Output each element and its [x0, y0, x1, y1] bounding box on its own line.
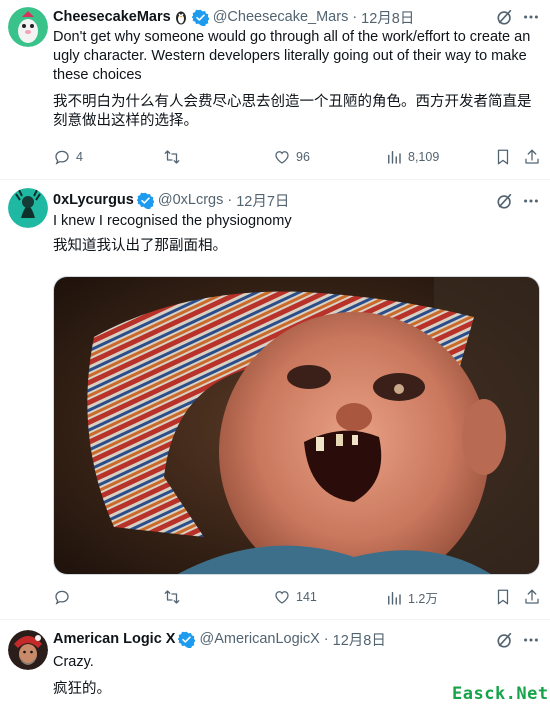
tweet-header: American Logic X @AmericanLogicX · 12月8日: [53, 629, 480, 649]
views-button[interactable]: 1.2万: [385, 588, 438, 607]
reply-button[interactable]: 4: [53, 148, 83, 166]
reply-icon: [55, 590, 69, 605]
user-handle[interactable]: @0xLcrgs: [158, 192, 224, 208]
separator-dot: ·: [352, 9, 358, 25]
tweet-date[interactable]: 12月7日: [236, 190, 289, 211]
like-button[interactable]: 96: [273, 148, 310, 166]
share-button[interactable]: [523, 148, 541, 166]
tweet-text-zh: 我知道我认出了那副面相。: [53, 238, 227, 254]
verified-badge-icon: [178, 631, 196, 648]
tweet-text-zh: 我不明白为什么有人会费尽心思去创造一个丑陋的角色。西方开发者简直是刻意做出这样的…: [53, 94, 532, 129]
avatar[interactable]: [8, 630, 48, 670]
separator-dot: ·: [227, 192, 233, 208]
views-count: 8,109: [408, 150, 440, 164]
tweet-header: CheesecakeMars @Cheesecake_Mars · 12月8日: [53, 7, 480, 27]
share-icon: [525, 589, 539, 604]
reply-count: 4: [76, 150, 83, 164]
display-name[interactable]: 0xLycurgus: [53, 192, 134, 208]
tweet-2[interactable]: 0xLycurgus @0xLcrgs · 12月7日 I knew I rec…: [0, 180, 550, 620]
bookmark-icon: [497, 149, 509, 165]
action-bar: 4 96 8,109: [53, 148, 540, 168]
grok-icon[interactable]: [496, 8, 514, 26]
share-icon: [525, 149, 539, 164]
heart-icon: [275, 151, 289, 164]
tweet-text-en: I knew I recognised the physiognomy: [53, 213, 292, 229]
share-button[interactable]: [523, 588, 541, 606]
more-icon[interactable]: [522, 8, 540, 26]
tweet-date[interactable]: 12月8日: [361, 7, 414, 28]
heart-icon: [275, 591, 289, 604]
retweet-button[interactable]: [163, 588, 186, 606]
grok-icon[interactable]: [496, 192, 514, 210]
more-icon[interactable]: [522, 631, 540, 649]
bookmark-button[interactable]: [494, 588, 512, 606]
tweet-1[interactable]: CheesecakeMars @Cheesecake_Mars · 12月8日 …: [0, 0, 550, 180]
retweet-icon: [164, 590, 180, 604]
bookmark-icon: [497, 589, 509, 605]
tweet-date[interactable]: 12月8日: [333, 629, 386, 650]
like-button[interactable]: 141: [273, 588, 317, 606]
tweet-header: 0xLycurgus @0xLcrgs · 12月7日: [53, 190, 480, 210]
user-handle[interactable]: @AmericanLogicX: [199, 631, 319, 647]
tweet-text-en: Crazy.: [53, 654, 94, 670]
views-button[interactable]: 8,109: [385, 148, 439, 166]
views-chart-icon: [388, 591, 401, 605]
penguin-icon: [173, 9, 189, 25]
reply-icon: [55, 150, 69, 165]
verified-badge-icon: [136, 192, 155, 209]
more-icon[interactable]: [522, 192, 540, 210]
bookmark-button[interactable]: [494, 148, 512, 166]
separator-dot: ·: [323, 631, 329, 647]
like-count: 96: [296, 150, 310, 164]
like-count: 141: [296, 590, 317, 604]
display-name[interactable]: American Logic X: [53, 631, 175, 647]
tweet-text-en: Don't get why someone would go through a…: [53, 29, 531, 83]
grok-icon[interactable]: [496, 631, 514, 649]
watermark: Easck.Net: [452, 684, 549, 704]
avatar[interactable]: [8, 7, 48, 47]
verified-badge-icon: [191, 9, 210, 26]
display-name[interactable]: CheesecakeMars: [53, 9, 171, 25]
tweet-photo[interactable]: [53, 276, 540, 575]
views-count: 1.2万: [408, 592, 438, 606]
reply-button[interactable]: [53, 588, 76, 606]
user-handle[interactable]: @Cheesecake_Mars: [213, 9, 349, 25]
avatar[interactable]: [8, 188, 48, 228]
views-chart-icon: [388, 151, 401, 164]
retweet-icon: [164, 150, 180, 164]
retweet-button[interactable]: [163, 148, 186, 166]
action-bar: 141 1.2万: [53, 588, 540, 608]
